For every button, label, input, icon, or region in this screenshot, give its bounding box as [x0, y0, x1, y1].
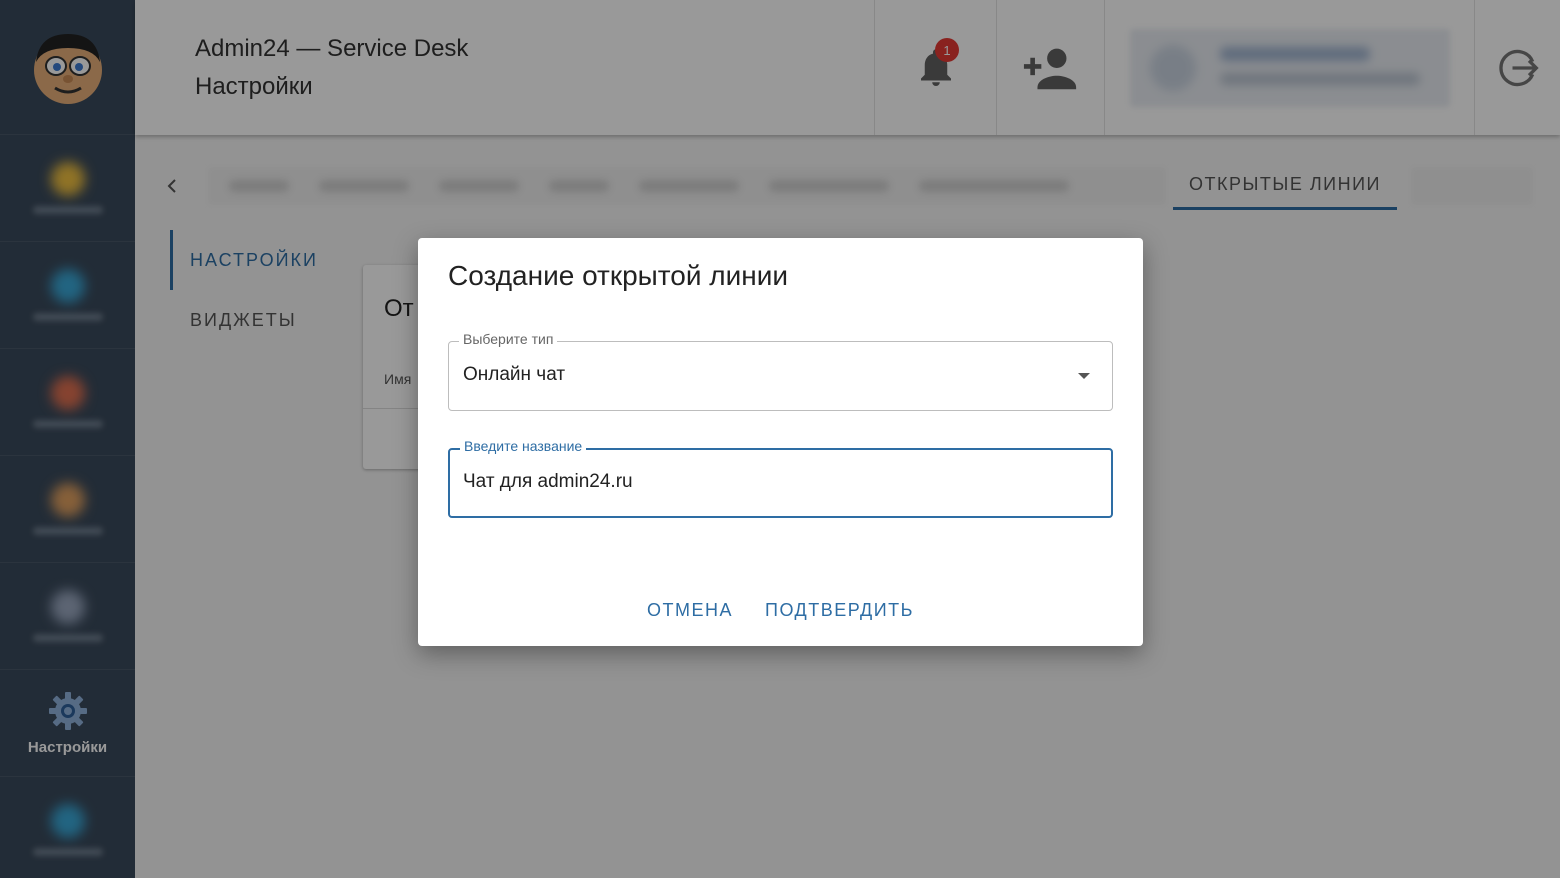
name-input-label: Введите название	[460, 438, 587, 454]
confirm-button[interactable]: ПОДТВЕРДИТЬ	[765, 600, 914, 621]
dropdown-arrow-icon[interactable]	[1078, 373, 1090, 379]
create-open-line-dialog: Создание открытой линии Выберите тип Онл…	[418, 238, 1143, 646]
type-select-value: Онлайн чат	[463, 364, 566, 385]
dialog-actions: ОТМЕНА ПОДТВЕРДИТЬ	[418, 600, 1143, 621]
name-input-value[interactable]: Чат для admin24.ru	[463, 471, 633, 493]
dialog-title: Создание открытой линии	[448, 260, 789, 291]
type-select-label: Выберите тип	[459, 331, 558, 347]
type-select[interactable]: Выберите тип Онлайн чат	[448, 331, 1113, 411]
cancel-button[interactable]: ОТМЕНА	[647, 600, 733, 621]
name-input[interactable]: Введите название Чат для admin24.ru	[448, 438, 1113, 518]
